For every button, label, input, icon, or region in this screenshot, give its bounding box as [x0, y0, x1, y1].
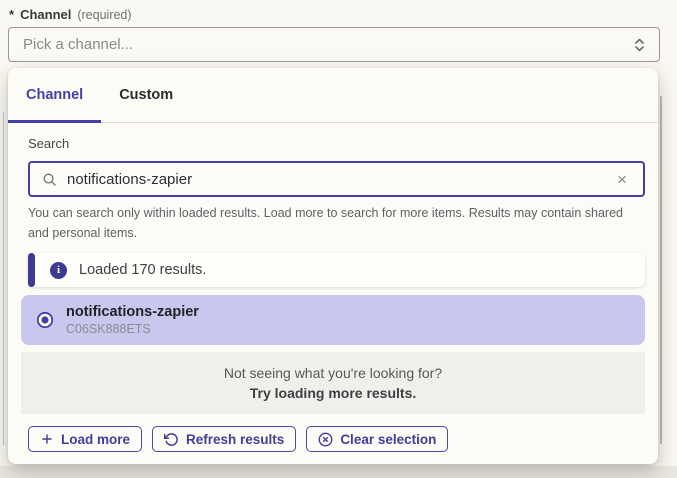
hint-line-2: Try loading more results. — [250, 385, 417, 401]
radio-selected-icon — [36, 311, 54, 329]
actions-row: Load more Refresh results — [8, 426, 658, 452]
info-icon: i — [50, 262, 67, 279]
channel-field-label-row: * Channel (required) — [9, 7, 132, 22]
clear-selection-button[interactable]: Clear selection — [306, 426, 448, 452]
channel-dropdown-panel: Channel Custom Search × You can search o… — [8, 68, 658, 464]
info-banner-accent-bar — [28, 253, 35, 287]
tab-custom-label: Custom — [119, 87, 173, 103]
result-title: notifications-zapier — [66, 304, 199, 320]
select-placeholder: Pick a channel... — [23, 36, 634, 53]
tabs-row: Channel Custom — [8, 68, 658, 123]
search-box: × — [28, 161, 645, 197]
clear-search-icon[interactable]: × — [613, 169, 631, 190]
scrollbar[interactable] — [660, 96, 662, 444]
background-field-border — [3, 112, 4, 445]
load-more-label: Load more — [61, 432, 130, 447]
result-text: notifications-zapier C06SK888ETS — [66, 304, 199, 336]
tab-channel[interactable]: Channel — [8, 68, 101, 122]
search-label: Search — [28, 136, 645, 154]
clear-selection-label: Clear selection — [340, 432, 436, 447]
search-help-text: You can search only within loaded result… — [28, 203, 645, 243]
hint-line-1: Not seeing what you're looking for? — [224, 365, 442, 381]
screen: * Channel (required) Pick a channel... C… — [0, 0, 677, 478]
chevron-updown-icon — [634, 36, 645, 54]
x-circle-icon — [318, 432, 333, 447]
refresh-icon — [164, 432, 179, 447]
tab-channel-label: Channel — [26, 87, 83, 103]
channel-select[interactable]: Pick a channel... — [8, 27, 660, 62]
search-input[interactable] — [67, 171, 613, 188]
load-more-hint: Not seeing what you're looking for? Try … — [21, 352, 645, 414]
tab-custom[interactable]: Custom — [101, 68, 191, 122]
load-more-button[interactable]: Load more — [28, 426, 142, 452]
refresh-results-label: Refresh results — [186, 432, 284, 447]
search-icon — [42, 172, 57, 187]
info-banner: i Loaded 170 results. — [28, 253, 645, 287]
plus-icon — [40, 432, 54, 446]
result-item-notifications-zapier[interactable]: notifications-zapier C06SK888ETS — [21, 295, 645, 345]
background-strip — [0, 466, 677, 478]
info-banner-message: Loaded 170 results. — [79, 262, 206, 278]
required-note: (required) — [77, 8, 131, 22]
required-marker: * — [9, 7, 14, 22]
result-code: C06SK888ETS — [66, 322, 199, 336]
refresh-results-button[interactable]: Refresh results — [152, 426, 296, 452]
field-label: Channel — [20, 7, 71, 22]
